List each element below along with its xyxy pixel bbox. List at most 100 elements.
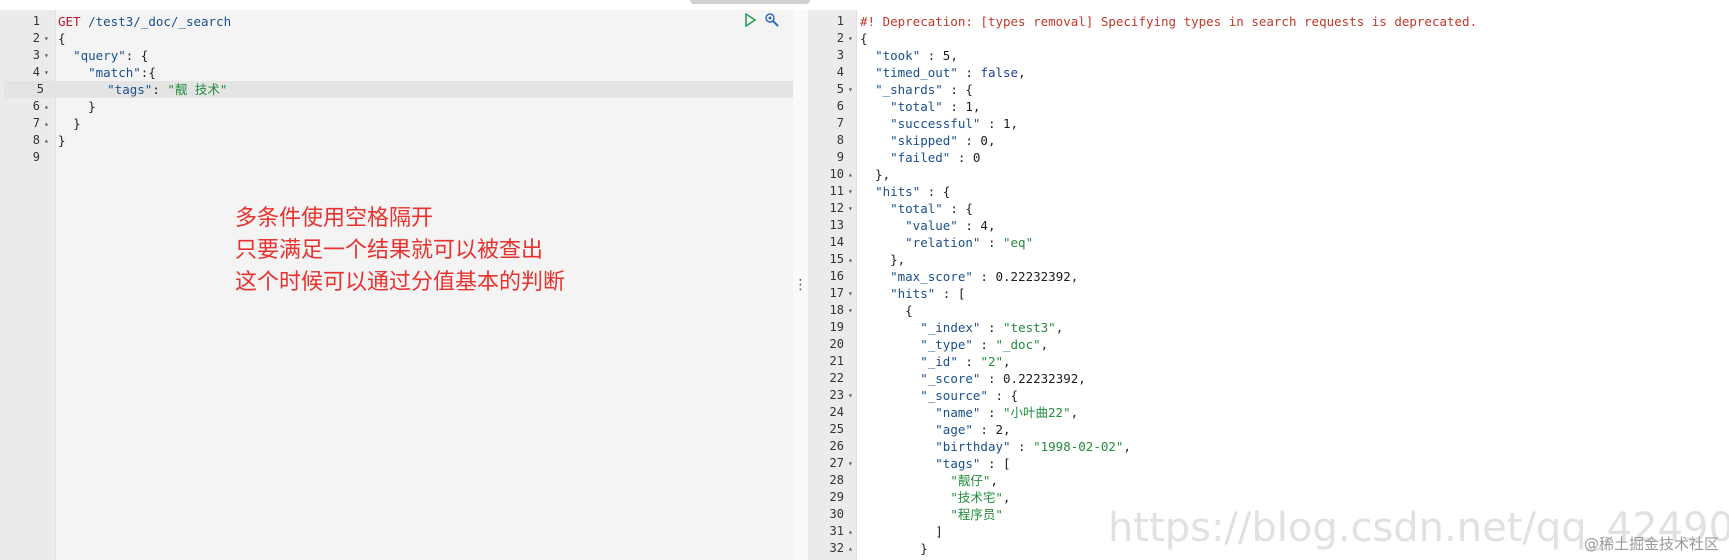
code-text: "value" : 4, bbox=[860, 217, 995, 234]
code-text: "timed_out" : false, bbox=[860, 64, 1026, 81]
code-token: 0 bbox=[972, 150, 981, 165]
fold-expand-icon[interactable]: ▴ bbox=[44, 115, 49, 132]
fold-expand-icon[interactable]: ▴ bbox=[848, 166, 853, 183]
fold-expand-icon[interactable]: ▴ bbox=[44, 98, 49, 115]
request-line[interactable]: 8 ▴} bbox=[0, 132, 793, 149]
request-line[interactable]: 5 "tags": "靓 技术" bbox=[4, 81, 793, 98]
request-line[interactable]: 1 GET /test3/_doc/_search bbox=[0, 13, 793, 30]
line-number: 5 bbox=[36, 82, 44, 96]
code-token: "2" bbox=[980, 354, 1004, 369]
response-code-lines: 1 #! Deprecation: [types removal] Specify… bbox=[808, 13, 1729, 557]
play-icon[interactable] bbox=[742, 12, 758, 28]
annotation-line-3: 这个时候可以通过分值基本的判断 bbox=[235, 270, 566, 295]
code-token: , bbox=[987, 133, 996, 148]
line-number: 1 bbox=[836, 14, 844, 28]
code-token: :{ bbox=[140, 65, 156, 80]
code-token: : bbox=[980, 320, 1004, 335]
code-text: "tags": "靓 技术" bbox=[62, 81, 227, 98]
line-number: 13 bbox=[829, 218, 844, 232]
code-token: "failed" bbox=[890, 150, 951, 165]
fold-collapse-icon[interactable]: ▾ bbox=[848, 200, 853, 217]
fold-collapse-icon[interactable]: ▾ bbox=[848, 183, 853, 200]
code-token: } bbox=[88, 99, 96, 114]
line-number: 21 bbox=[829, 354, 844, 368]
fold-expand-icon[interactable]: ▴ bbox=[848, 540, 853, 557]
splitter-handle-icon[interactable]: ⋮ bbox=[794, 277, 808, 293]
line-number: 17 bbox=[829, 286, 844, 300]
code-token: , bbox=[990, 473, 998, 488]
response-line: 18 ▾ { bbox=[808, 302, 1729, 319]
request-line[interactable]: 6 ▴ } bbox=[0, 98, 793, 115]
code-token: /test3/_doc/_search bbox=[88, 14, 232, 29]
code-token: : { bbox=[942, 201, 973, 216]
request-line[interactable]: 2 ▾ { bbox=[0, 30, 793, 47]
fold-expand-icon[interactable]: ▴ bbox=[848, 523, 853, 540]
code-token: : bbox=[980, 405, 1003, 420]
code-token: { bbox=[58, 31, 66, 46]
code-token: "_score" bbox=[920, 371, 981, 386]
code-token: : { bbox=[987, 388, 1019, 403]
code-token: : bbox=[972, 337, 996, 352]
fold-collapse-icon[interactable]: ▾ bbox=[848, 455, 853, 472]
annotation-line-1: 多条件使用空格隔开 bbox=[235, 206, 434, 231]
code-token: , bbox=[1070, 269, 1079, 284]
response-line: 2 ▾ { bbox=[808, 30, 1729, 47]
code-token: : { bbox=[125, 48, 149, 63]
response-line: 8 "skipped" : 0, bbox=[808, 132, 1729, 149]
request-line[interactable]: 7 ▴ } bbox=[0, 115, 793, 132]
fold-collapse-icon[interactable]: ▾ bbox=[848, 302, 853, 319]
fold-expand-icon[interactable]: ▴ bbox=[848, 251, 853, 268]
request-code-lines[interactable]: 1 GET /test3/_doc/_search 2 ▾ {3 ▾ "query": {… bbox=[0, 13, 793, 166]
fold-collapse-icon[interactable]: ▾ bbox=[44, 64, 49, 81]
code-token: ] bbox=[860, 524, 943, 539]
code-token: , bbox=[950, 48, 958, 63]
response-line: 19 "_index" : "test3", bbox=[808, 319, 1729, 336]
code-token: "tags" bbox=[935, 456, 981, 471]
response-line: 3 "took" : 5, bbox=[808, 47, 1729, 64]
fold-collapse-icon[interactable]: ▾ bbox=[848, 285, 853, 302]
line-number: 1 bbox=[32, 14, 40, 28]
code-text: "total" : { bbox=[860, 200, 973, 217]
code-token: : bbox=[980, 116, 1003, 131]
code-text: "hits" : { bbox=[860, 183, 950, 200]
fold-expand-icon[interactable]: ▴ bbox=[44, 132, 49, 149]
code-token: , bbox=[1010, 116, 1019, 131]
code-text: } bbox=[58, 98, 96, 115]
request-line[interactable]: 9 bbox=[0, 149, 793, 166]
code-token: "birthday" bbox=[935, 439, 1011, 454]
fold-collapse-icon[interactable]: ▾ bbox=[848, 387, 853, 404]
code-token: false bbox=[980, 65, 1019, 80]
code-token: "hits" bbox=[875, 184, 921, 199]
request-line[interactable]: 3 ▾ "query": { bbox=[0, 47, 793, 64]
code-token: , bbox=[1040, 337, 1049, 352]
fold-collapse-icon[interactable]: ▾ bbox=[44, 47, 49, 64]
fold-collapse-icon[interactable]: ▾ bbox=[848, 30, 853, 47]
fold-collapse-icon[interactable]: ▾ bbox=[848, 81, 853, 98]
code-token: , bbox=[1018, 65, 1026, 80]
code-token: "靓 技术" bbox=[167, 82, 228, 97]
code-text: "query": { bbox=[58, 47, 148, 64]
response-line: 4 "timed_out" : false, bbox=[808, 64, 1729, 81]
code-token: "1998-02-02" bbox=[1033, 439, 1124, 454]
code-text: "name" : "小叶曲22", bbox=[860, 404, 1078, 421]
fold-collapse-icon[interactable]: ▾ bbox=[44, 30, 49, 47]
request-line[interactable]: 4 ▾ "match":{ bbox=[0, 64, 793, 81]
code-token: "_doc" bbox=[995, 337, 1041, 352]
line-number: 9 bbox=[836, 150, 844, 164]
pane-splitter[interactable]: ⋮ bbox=[793, 10, 808, 560]
code-token: , bbox=[1123, 439, 1131, 454]
response-line: 26 "birthday" : "1998-02-02", bbox=[808, 438, 1729, 455]
code-token: "relation" bbox=[905, 235, 981, 250]
wrench-icon[interactable] bbox=[764, 12, 780, 28]
code-token: } bbox=[58, 133, 66, 148]
response-line: 22 "_score" : 0.22232392, bbox=[808, 370, 1729, 387]
line-number: 8 bbox=[32, 133, 40, 147]
code-token: "total" bbox=[890, 201, 943, 216]
